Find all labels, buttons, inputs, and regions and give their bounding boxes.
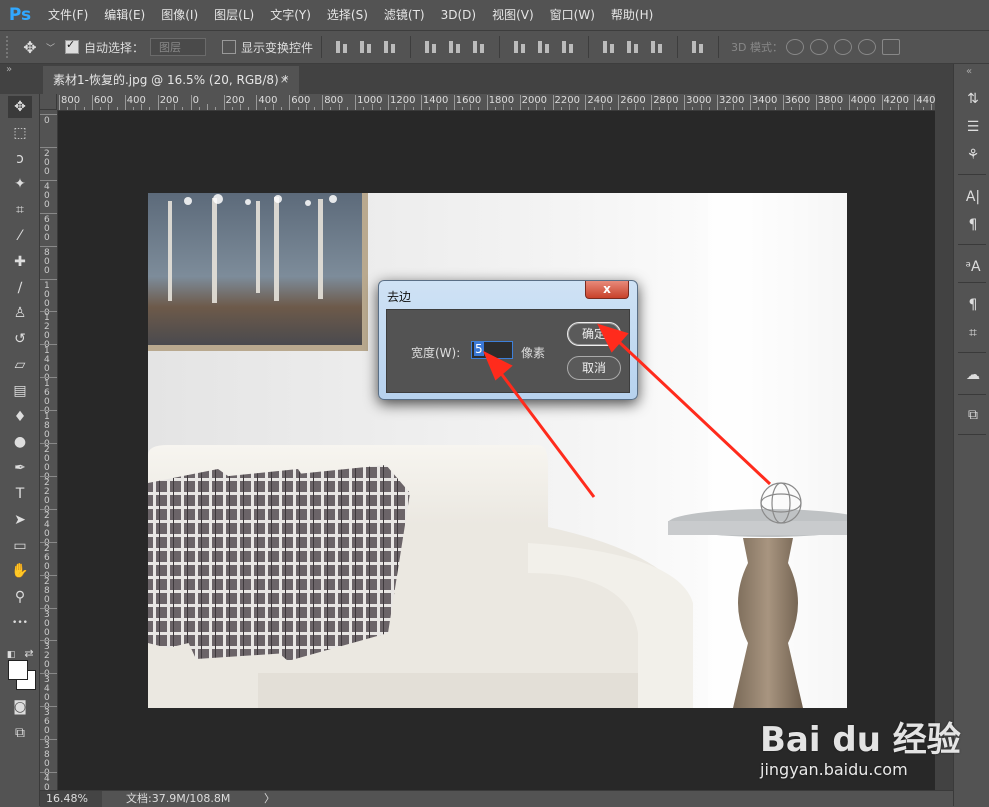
arrow-to-ok-button — [616, 339, 772, 486]
arrow-head-width — [483, 350, 513, 381]
watermark-url: jingyan.baidu.com — [760, 760, 908, 779]
watermark-brand: Bai du 经验 — [760, 720, 961, 760]
foreground-color-swatch[interactable] — [8, 660, 28, 680]
annotation-arrows — [483, 323, 772, 498]
arrow-to-width-input — [498, 371, 596, 498]
baidu-jingyan-watermark: Bai du 经验 jingyan.baidu.com — [760, 712, 961, 792]
